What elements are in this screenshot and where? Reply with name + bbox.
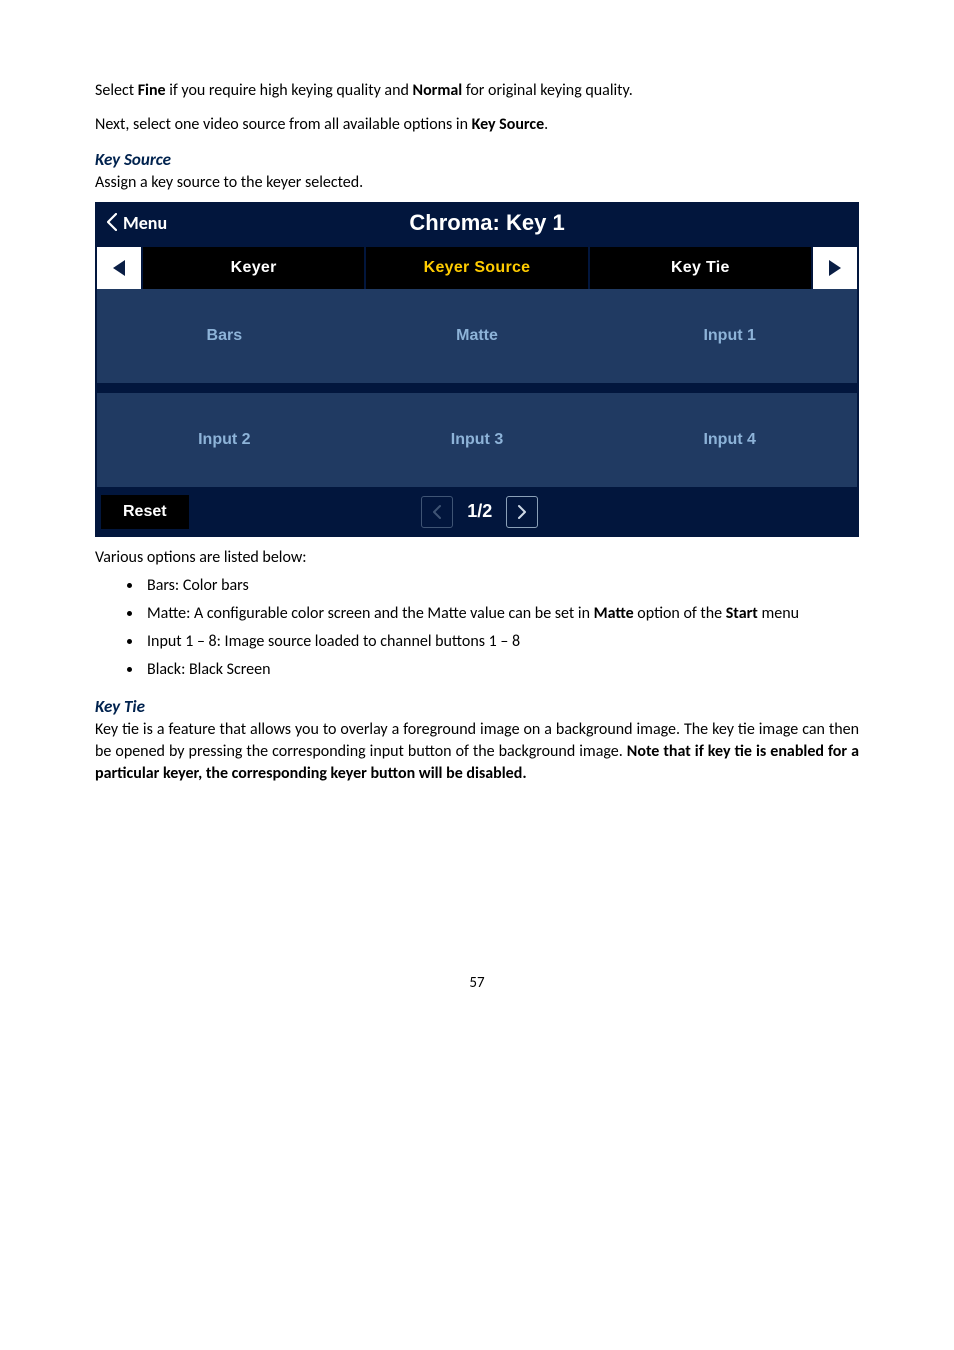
sep [95, 289, 859, 307]
opt-input4[interactable]: Input 4 [628, 411, 831, 469]
bold-keysource: Key Source [472, 115, 545, 134]
sep [95, 469, 859, 487]
menu-titlebar: Menu Chroma: Key 1 [95, 202, 859, 245]
text: for original keying quality. [462, 81, 633, 100]
text: Next, select one video source from all a… [95, 115, 472, 134]
tab-key-tie[interactable]: Key Tie [590, 247, 811, 289]
heading-key-source: Key Source [95, 149, 859, 170]
menu-title: Chroma: Key 1 [127, 210, 847, 236]
sep [95, 365, 859, 383]
menu-panel: Menu Chroma: Key 1 Keyer Keyer Source Ke… [95, 202, 859, 537]
bold-normal: Normal [413, 81, 463, 100]
opt-row-1: Bars Matte Input 1 [97, 307, 857, 365]
text: menu [758, 604, 799, 623]
intro-fine-normal: Select Fine if you require high keying q… [95, 80, 859, 102]
pager-text: 1/2 [459, 501, 500, 522]
opt-matte[interactable]: Matte [376, 307, 579, 365]
li-bars: Bars: Color bars [143, 574, 859, 598]
pager-next[interactable] [506, 496, 538, 528]
menu-footer: Reset 1/2 [95, 487, 859, 537]
li-matte: Matte: A configurable color screen and t… [143, 602, 859, 626]
tab-keyer[interactable]: Keyer [143, 247, 364, 289]
tab-keyer-source[interactable]: Keyer Source [366, 247, 587, 289]
opt-input2[interactable]: Input 2 [123, 411, 326, 469]
options-intro: Various options are listed below: [95, 547, 859, 569]
heading-key-tie: Key Tie [95, 696, 859, 717]
options-list: Bars: Color bars Matte: A configurable c… [95, 574, 859, 682]
text: . [544, 115, 548, 134]
intro-keysource: Next, select one video source from all a… [95, 114, 859, 136]
bold-fine: Fine [138, 81, 166, 100]
li-black: Black: Black Screen [143, 658, 859, 682]
keytie-desc: Key tie is a feature that allows you to … [95, 719, 859, 784]
pager: 1/2 [107, 496, 853, 528]
opt-input1[interactable]: Input 1 [628, 307, 831, 365]
opt-input3[interactable]: Input 3 [376, 411, 579, 469]
gap [95, 383, 859, 393]
bold-matte: Matte [594, 604, 634, 623]
tabs-next[interactable] [813, 247, 857, 289]
page-number: 57 [95, 974, 859, 992]
sep [95, 393, 859, 411]
pager-prev[interactable] [421, 496, 453, 528]
text: Select [95, 81, 138, 100]
opt-bars[interactable]: Bars [123, 307, 326, 365]
text: option of the [634, 604, 726, 623]
bold-start: Start [726, 604, 758, 623]
keysource-desc: Assign a key source to the keyer selecte… [95, 172, 859, 194]
text: Matte: A configurable color screen and t… [147, 604, 594, 623]
back-chevron-icon[interactable] [107, 210, 117, 237]
text: if you require high keying quality and [166, 81, 413, 100]
li-input: Input 1 – 8: Image source loaded to chan… [143, 630, 859, 654]
tab-row: Keyer Keyer Source Key Tie [95, 245, 859, 289]
tabs-prev[interactable] [97, 247, 141, 289]
opt-row-2: Input 2 Input 3 Input 4 [97, 411, 857, 469]
